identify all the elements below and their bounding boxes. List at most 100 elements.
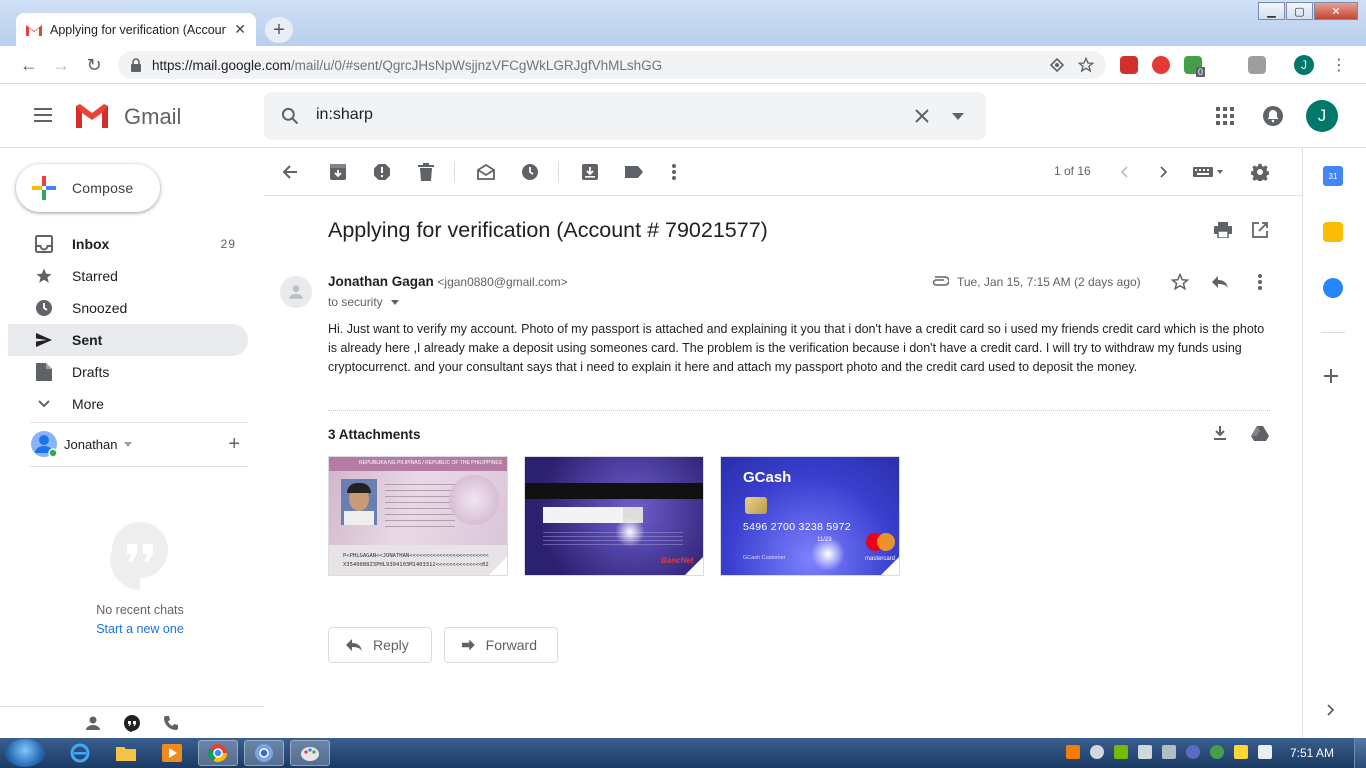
apps-grid-icon[interactable]	[1216, 107, 1234, 125]
maximize-button[interactable]: ▢	[1286, 2, 1313, 20]
clear-search-icon[interactable]	[914, 108, 930, 124]
delete-icon[interactable]	[416, 162, 436, 182]
report-spam-icon[interactable]	[372, 162, 392, 182]
star-message-icon[interactable]	[1171, 273, 1189, 291]
attachment-card-front[interactable]: GCash 5496 2700 3238 5972 11/23 GCash Cu…	[720, 456, 900, 576]
sender-avatar[interactable]	[280, 276, 312, 308]
move-to-icon[interactable]	[580, 162, 600, 182]
new-conversation-button[interactable]: +	[228, 433, 240, 456]
download-all-icon[interactable]	[1212, 425, 1228, 441]
browser-menu-icon[interactable]: ⋮	[1328, 54, 1350, 76]
compose-button[interactable]: Compose	[16, 164, 160, 212]
phone-icon[interactable]	[163, 715, 179, 731]
forward-icon[interactable]: →	[50, 54, 72, 76]
tab-close-icon[interactable]: ✕	[234, 21, 246, 38]
reload-icon[interactable]: ↻	[83, 54, 105, 76]
internet-explorer-icon[interactable]	[60, 740, 100, 766]
tray-norton-icon[interactable]	[1234, 745, 1248, 759]
search-icon[interactable]	[280, 106, 300, 126]
bookmark-star-icon[interactable]	[1078, 57, 1094, 73]
save-to-drive-icon[interactable]	[1251, 425, 1269, 441]
search-options-icon[interactable]	[952, 113, 964, 120]
tasks-icon[interactable]	[1323, 278, 1343, 298]
print-icon[interactable]	[1214, 222, 1232, 238]
hangouts-status-chevron-icon[interactable]	[123, 441, 132, 447]
close-window-button[interactable]: ✕	[1314, 2, 1358, 20]
extension-shield-icon[interactable]	[1120, 56, 1138, 74]
tray-utorrent-icon[interactable]	[1210, 745, 1224, 759]
hangouts-divider	[30, 466, 248, 467]
sidebar-item-more[interactable]: More	[8, 388, 248, 420]
sender-name[interactable]: Jonathan Gagan	[328, 274, 434, 289]
label-icon[interactable]	[624, 162, 644, 182]
archive-icon[interactable]	[328, 162, 348, 182]
tray-volume-icon[interactable]	[1138, 745, 1152, 759]
show-desktop-button[interactable]	[1354, 738, 1366, 768]
start-new-chat-link[interactable]: Start a new one	[30, 622, 250, 636]
compose-plus-icon	[32, 176, 56, 200]
passport-photo	[341, 479, 377, 525]
browser-tab[interactable]: Applying for verification (Accoun ✕	[16, 13, 256, 46]
attachment-corner-fold	[685, 557, 703, 575]
draft-file-icon	[34, 362, 54, 382]
settings-gear-icon[interactable]	[1250, 162, 1270, 182]
recipient-line[interactable]: to security	[328, 295, 400, 309]
notifications-icon[interactable]	[1263, 106, 1283, 126]
extension-puzzle-icon[interactable]	[1248, 56, 1266, 74]
new-tab-button[interactable]: +	[265, 17, 293, 43]
get-addons-plus-icon[interactable]	[1324, 369, 1338, 383]
gmail-logo-icon[interactable]	[74, 102, 110, 130]
tray-avast-icon[interactable]	[1066, 745, 1080, 759]
file-explorer-icon[interactable]	[106, 740, 146, 766]
taskbar-clock[interactable]: 7:51 AM	[1290, 746, 1334, 760]
reply-button[interactable]: Reply	[328, 627, 432, 663]
browser-profile-avatar[interactable]: J	[1294, 55, 1314, 75]
hangouts-chat-icon[interactable]	[123, 714, 141, 732]
recipient-details-chevron-icon[interactable]	[391, 300, 400, 306]
chrome-taskbar-icon[interactable]	[198, 740, 238, 766]
tray-nvidia-icon[interactable]	[1114, 745, 1128, 759]
sidebar-item-label: Starred	[72, 268, 118, 284]
address-bar[interactable]: https://mail.google.com/mail/u/0/#sent/Q…	[118, 51, 1106, 79]
tray-app-icon[interactable]	[1186, 745, 1200, 759]
older-icon[interactable]	[1154, 162, 1174, 182]
calendar-icon[interactable]: 31	[1323, 166, 1343, 186]
back-to-list-icon[interactable]	[280, 162, 300, 182]
back-icon[interactable]: ←	[18, 54, 40, 76]
attachment-passport[interactable]: REPUBLIKA NG PILIPINAS / REPUBLIC OF THE…	[328, 456, 508, 576]
tray-network-icon[interactable]	[1162, 745, 1176, 759]
main-menu-icon[interactable]	[34, 108, 52, 122]
newer-icon[interactable]	[1114, 162, 1134, 182]
sidebar-item-snoozed[interactable]: Snoozed	[8, 292, 248, 324]
page-action-icon[interactable]	[1050, 58, 1064, 72]
sidebar-item-sent[interactable]: Sent	[8, 324, 248, 356]
message-more-icon[interactable]	[1258, 274, 1262, 290]
sidebar-item-drafts[interactable]: Drafts	[8, 356, 248, 388]
tray-flag-icon[interactable]	[1258, 745, 1272, 759]
side-panel-expand-icon[interactable]	[1327, 704, 1335, 716]
contacts-person-icon[interactable]	[85, 715, 101, 731]
attachment-card-back[interactable]: BancNet	[524, 456, 704, 576]
card-chip	[745, 497, 767, 514]
compose-label: Compose	[72, 180, 134, 196]
tray-link-icon[interactable]	[1090, 745, 1104, 759]
more-actions-icon[interactable]	[664, 162, 684, 182]
hangouts-user[interactable]: Jonathan +	[30, 428, 250, 460]
search-input[interactable]	[316, 106, 876, 124]
forward-button[interactable]: Forward	[444, 627, 558, 663]
mark-unread-icon[interactable]	[476, 162, 496, 182]
account-avatar[interactable]: J	[1306, 100, 1338, 132]
start-button[interactable]	[5, 739, 45, 767]
snooze-icon[interactable]	[520, 162, 540, 182]
extension-opera-icon[interactable]	[1152, 56, 1170, 74]
chrome-2-taskbar-icon[interactable]	[244, 740, 284, 766]
sidebar-item-starred[interactable]: Starred	[8, 260, 248, 292]
media-player-icon[interactable]	[152, 740, 192, 766]
sidebar-item-inbox[interactable]: Inbox 29	[8, 228, 248, 260]
paint-taskbar-icon[interactable]	[290, 740, 330, 766]
open-new-window-icon[interactable]	[1252, 222, 1268, 238]
minimize-button[interactable]: ▁	[1258, 2, 1285, 20]
input-tools-icon[interactable]	[1190, 162, 1226, 182]
keep-icon[interactable]	[1323, 222, 1343, 242]
reply-icon[interactable]	[1211, 275, 1229, 289]
